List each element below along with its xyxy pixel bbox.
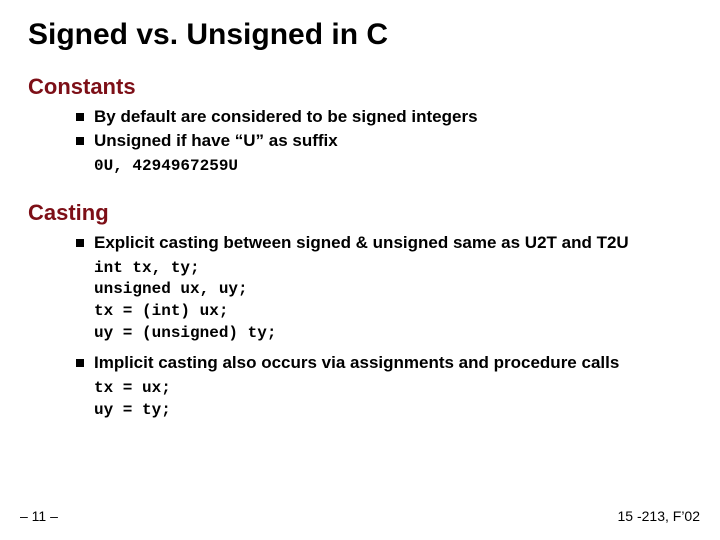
code-block-constants: 0U, 4294967259U bbox=[94, 156, 692, 178]
bullet-icon bbox=[76, 359, 84, 367]
code-line: unsigned ux, uy; bbox=[94, 279, 692, 301]
bullet-icon bbox=[76, 113, 84, 121]
page-title: Signed vs. Unsigned in C bbox=[28, 18, 692, 52]
bullet-text: Explicit casting between signed & unsign… bbox=[94, 232, 629, 254]
code-block-explicit: int tx, ty; unsigned ux, uy; tx = (int) … bbox=[94, 258, 692, 344]
code-line: 0U, 4294967259U bbox=[94, 156, 692, 178]
list-item: Implicit casting also occurs via assignm… bbox=[76, 352, 692, 374]
course-label: 15 -213, F’02 bbox=[618, 508, 701, 524]
section-head-constants: Constants bbox=[28, 74, 692, 100]
code-line: int tx, ty; bbox=[94, 258, 692, 280]
bullet-icon bbox=[76, 137, 84, 145]
section-head-casting: Casting bbox=[28, 200, 692, 226]
code-line: uy = (unsigned) ty; bbox=[94, 323, 692, 345]
list-item: Explicit casting between signed & unsign… bbox=[76, 232, 692, 254]
code-line: tx = (int) ux; bbox=[94, 301, 692, 323]
slide-number: – 11 – bbox=[20, 508, 58, 524]
code-line: uy = ty; bbox=[94, 400, 692, 422]
casting-bullets: Explicit casting between signed & unsign… bbox=[76, 232, 692, 254]
bullet-icon bbox=[76, 239, 84, 247]
casting-bullets-2: Implicit casting also occurs via assignm… bbox=[76, 352, 692, 374]
list-item: By default are considered to be signed i… bbox=[76, 106, 692, 128]
bullet-text: Unsigned if have “U” as suffix bbox=[94, 130, 338, 152]
bullet-text: Implicit casting also occurs via assignm… bbox=[94, 352, 619, 374]
bullet-text: By default are considered to be signed i… bbox=[94, 106, 478, 128]
code-block-implicit: tx = ux; uy = ty; bbox=[94, 378, 692, 421]
list-item: Unsigned if have “U” as suffix bbox=[76, 130, 692, 152]
constants-bullets: By default are considered to be signed i… bbox=[76, 106, 692, 152]
code-line: tx = ux; bbox=[94, 378, 692, 400]
